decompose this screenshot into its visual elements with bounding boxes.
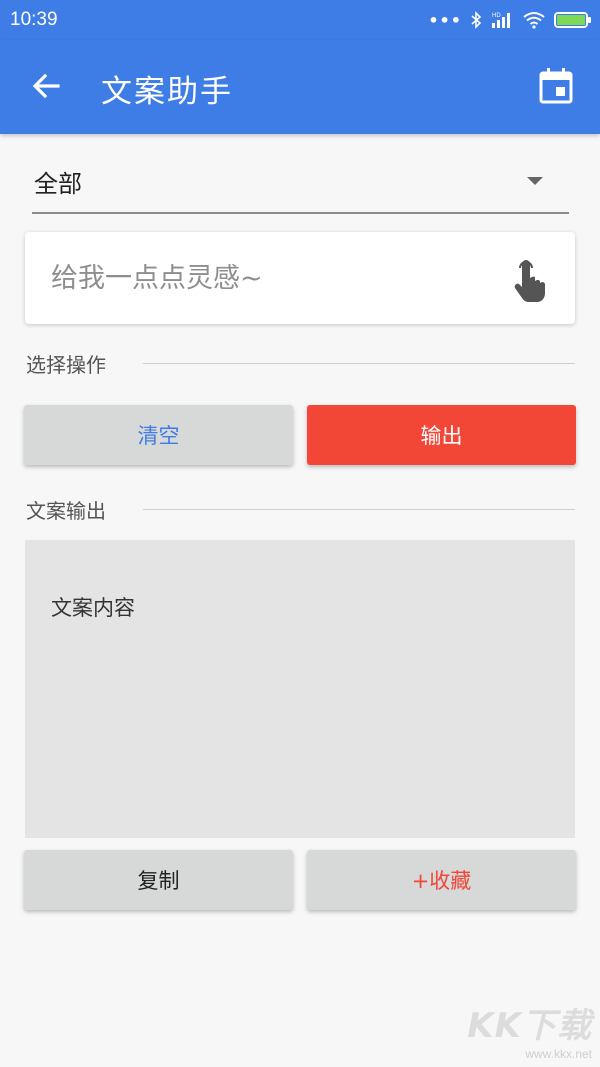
caret-down-icon xyxy=(527,177,543,185)
signal-icon: HD xyxy=(492,13,510,28)
page-title: 文案助手 xyxy=(101,74,233,110)
section-divider xyxy=(143,363,575,364)
app-bar: 文案助手 xyxy=(0,40,600,134)
dropdown-selected-value: 全部 xyxy=(34,170,82,198)
output-content: 文案内容 xyxy=(51,596,135,620)
copy-button[interactable]: 复制 xyxy=(24,850,293,910)
back-button[interactable] xyxy=(28,68,64,104)
output-section-label: 文案输出 xyxy=(26,498,106,523)
favorite-button[interactable]: +收藏 xyxy=(307,850,576,910)
status-bar: 10:39 ••• HD xyxy=(0,0,600,40)
operation-section-label: 选择操作 xyxy=(26,352,106,377)
calendar-icon xyxy=(539,68,573,104)
clear-button-label: 清空 xyxy=(137,424,180,448)
touch-button[interactable] xyxy=(513,258,547,302)
status-time: 10:39 xyxy=(10,9,58,30)
arrow-left-icon xyxy=(32,73,60,99)
clear-button[interactable]: 清空 xyxy=(24,405,293,465)
battery-icon xyxy=(554,12,591,28)
operation-section-header: 选择操作 xyxy=(26,348,575,378)
more-dots-icon: ••• xyxy=(428,10,462,30)
watermark: KK下载 www.kkx.net xyxy=(467,998,592,1061)
output-button-label: 输出 xyxy=(420,424,463,448)
inspiration-input[interactable] xyxy=(51,256,491,300)
section-divider xyxy=(143,509,575,510)
watermark-url: www.kkx.net xyxy=(525,1047,592,1061)
inspiration-card xyxy=(25,232,575,324)
category-dropdown[interactable]: 全部 xyxy=(32,150,569,214)
output-text-area[interactable]: 文案内容 xyxy=(25,540,575,838)
wifi-icon xyxy=(523,12,545,29)
copy-button-label: 复制 xyxy=(137,869,180,893)
bluetooth-icon xyxy=(471,11,482,29)
favorite-button-label: +收藏 xyxy=(411,869,472,893)
output-section-header: 文案输出 xyxy=(26,494,575,524)
touch-icon xyxy=(514,260,545,302)
watermark-logo: KK下载 xyxy=(467,1006,592,1046)
calendar-button[interactable] xyxy=(536,66,576,106)
svg-text:HD: HD xyxy=(492,13,501,19)
status-icons: ••• HD xyxy=(428,10,591,30)
output-button[interactable]: 输出 xyxy=(307,405,576,465)
